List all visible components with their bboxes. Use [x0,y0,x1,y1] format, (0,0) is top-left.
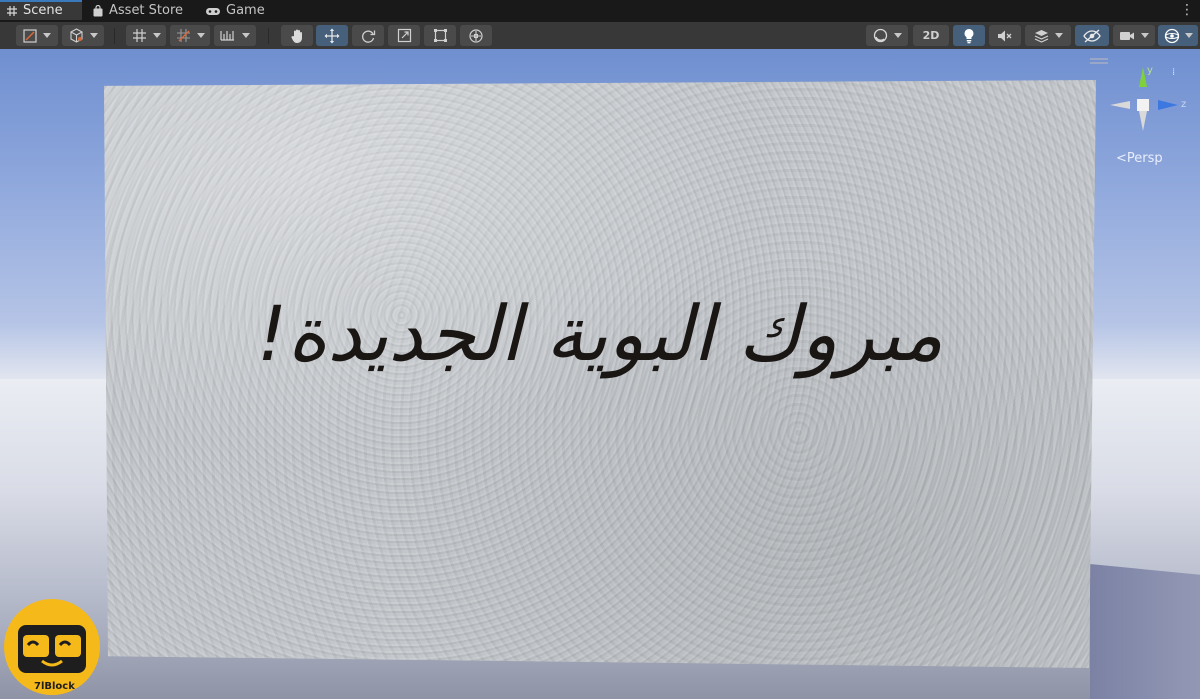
gamepad-icon [205,5,221,17]
chevron-down-icon [893,33,902,38]
y-axis-label: y [1147,65,1153,76]
draw-mode-dropdown[interactable] [16,25,58,46]
lightbulb-icon [963,28,975,44]
rotate-tool-icon [360,28,376,44]
chevron-down-icon [196,33,205,38]
render-cube-icon [69,28,84,43]
brand-logo-label: 7lBlock [34,681,75,692]
scene-toolbar: 2D [0,22,1200,50]
draw-mode-icon [23,28,37,43]
chevron-down-icon [89,33,98,38]
gizmo-globe-icon [1164,28,1180,44]
overlay-drag-handle[interactable] [1090,58,1108,64]
move-tool-button[interactable] [316,25,348,46]
tab-asset-store[interactable]: Asset Store [92,0,183,22]
scene-visibility-toggle[interactable] [1075,25,1109,46]
increment-snap-icon [176,28,191,43]
camera-settings-dropdown[interactable] [1113,25,1155,46]
rotate-tool-button[interactable] [352,25,384,46]
grid-snap-icon [132,28,147,43]
camera-icon [1119,30,1135,42]
audio-toggle[interactable] [989,25,1021,46]
z-axis-label: z [1181,99,1187,110]
chevron-down-icon [43,33,51,38]
tab-asset-store-label: Asset Store [109,3,184,18]
lighting-toggle[interactable] [953,25,985,46]
hand-tool-button[interactable] [281,25,313,46]
neg-x-axis-cone[interactable] [1110,101,1130,109]
chevron-down-icon [152,33,161,38]
toggle-2d-label: 2D [922,29,940,42]
y-axis-cone[interactable] [1139,67,1147,87]
tab-scene[interactable]: Scene [0,0,82,20]
chevron-down-icon [1184,33,1193,38]
kebab-menu-icon[interactable]: ⋮ [1180,3,1194,17]
transform-tool-button[interactable] [460,25,492,46]
z-axis-cone[interactable] [1158,100,1178,110]
shading-sphere-icon [873,28,888,43]
chevron-down-icon [1141,33,1149,38]
perspective-chevron-icon: < [1116,151,1127,166]
ruler-dropdown[interactable] [214,25,256,46]
projection-label: Persp [1126,151,1163,166]
gizmo-lock-icon[interactable]: ⁞ [1172,67,1180,79]
audio-mute-icon [997,29,1013,43]
scale-tool-button[interactable] [388,25,420,46]
center-cube[interactable] [1137,99,1149,111]
toggle-2d-button[interactable]: 2D [913,25,949,46]
increment-snap-dropdown[interactable] [170,25,210,46]
hidden-eye-icon [1083,28,1101,43]
chevron-down-icon [242,33,250,38]
effects-stack-icon [1034,28,1049,43]
rect-tool-icon [433,28,448,43]
rect-tool-button[interactable] [424,25,456,46]
wall-graffiti-text: مبروك البوية الجديدة! [256,289,944,378]
bag-icon [92,5,104,17]
grid-snap-dropdown[interactable] [126,25,166,46]
ruler-icon [220,29,236,42]
projection-toggle[interactable]: <Persp [1116,151,1163,166]
neg-y-axis-cone[interactable] [1139,111,1147,131]
grid-icon [6,5,18,17]
toolbar-separator [268,28,269,44]
shading-mode-dropdown[interactable] [866,25,908,46]
move-tool-icon [324,28,340,44]
window-tab-bar: Scene Asset Store Game ⋮ [0,0,1200,22]
hand-tool-icon [290,28,305,44]
scale-tool-icon [397,28,412,43]
chevron-down-icon [1054,33,1063,38]
gizmos-dropdown[interactable] [1158,25,1198,46]
render-mode-dropdown[interactable] [62,25,104,46]
scene-viewport[interactable]: مبروك البوية الجديدة! y z ⁞ <Persp [0,49,1200,699]
tab-game-label: Game [226,3,265,18]
toolbar-separator [114,28,115,44]
transform-tool-icon [468,28,484,44]
tab-game[interactable]: Game [205,0,265,22]
tab-scene-label: Scene [23,3,63,18]
wall-shadow [1090,564,1200,699]
effects-dropdown[interactable] [1025,25,1071,46]
